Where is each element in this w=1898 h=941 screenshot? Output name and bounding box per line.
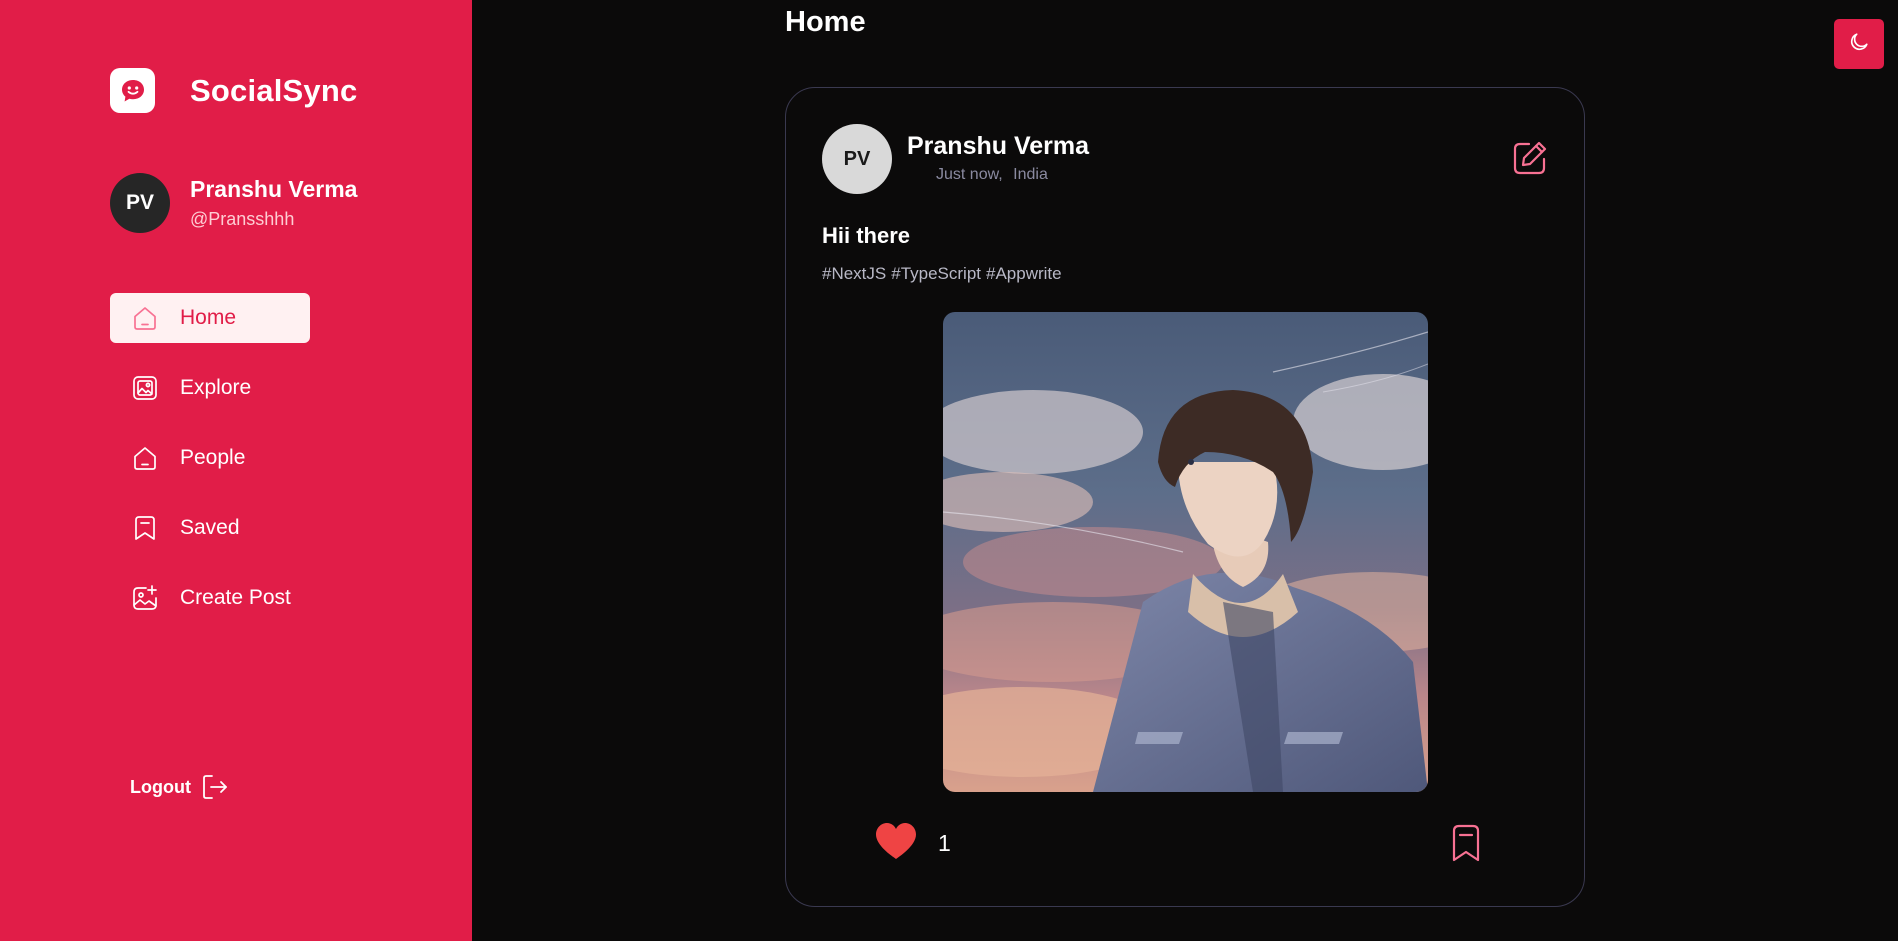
post-card: PV Pranshu Verma Just now, India Hii the… bbox=[785, 87, 1585, 907]
app-name: SocialSync bbox=[190, 72, 358, 108]
sidebar-nav: Home Explore People Saved Create Post bbox=[110, 293, 310, 643]
image-add-icon bbox=[130, 583, 160, 613]
logout-button[interactable]: Logout bbox=[130, 772, 231, 802]
like-button[interactable]: 1 bbox=[874, 821, 951, 866]
sidebar-item-home[interactable]: Home bbox=[110, 293, 310, 343]
post-tags: #NextJS #TypeScript #Appwrite bbox=[822, 264, 1067, 284]
post-meta: Just now, India bbox=[936, 166, 1054, 184]
like-count: 1 bbox=[938, 830, 951, 856]
sidebar-item-people[interactable]: People bbox=[110, 433, 310, 483]
chat-smile-icon bbox=[110, 68, 155, 113]
heart-icon bbox=[874, 821, 918, 866]
post-tag[interactable]: #NextJS bbox=[822, 264, 886, 283]
sidebar-item-label: Home bbox=[180, 306, 237, 329]
post-caption: Hii there bbox=[822, 223, 911, 248]
sidebar-item-label: People bbox=[180, 446, 246, 469]
logout-label: Logout bbox=[130, 776, 191, 797]
sidebar-item-label: Explore bbox=[180, 376, 252, 399]
user-profile[interactable]: PV Pranshu Verma @Pransshhh bbox=[110, 173, 357, 233]
sidebar-item-explore[interactable]: Explore bbox=[110, 363, 310, 413]
sidebar-item-saved[interactable]: Saved bbox=[110, 503, 310, 553]
user-handle: @Pransshhh bbox=[190, 209, 295, 229]
logout-icon bbox=[201, 772, 231, 802]
post-tag[interactable]: #TypeScript bbox=[891, 264, 981, 283]
edit-icon bbox=[1510, 141, 1550, 182]
app-logo[interactable]: SocialSync bbox=[110, 68, 357, 113]
profile-info: Pranshu Verma @Pransshhh bbox=[190, 176, 357, 230]
sidebar-item-label: Saved bbox=[180, 516, 240, 539]
sidebar: SocialSync PV Pranshu Verma @Pransshhh H… bbox=[0, 0, 472, 941]
moon-icon bbox=[1848, 31, 1870, 58]
post-author-avatar[interactable]: PV bbox=[822, 124, 892, 194]
home-icon bbox=[130, 303, 160, 333]
post-author-name[interactable]: Pranshu Verma bbox=[907, 132, 1089, 161]
sidebar-item-create-post[interactable]: Create Post bbox=[110, 573, 310, 623]
post-tag[interactable]: #Appwrite bbox=[986, 264, 1062, 283]
user-name: Pranshu Verma bbox=[190, 176, 358, 202]
edit-post-button[interactable] bbox=[1510, 138, 1550, 178]
avatar: PV bbox=[110, 173, 170, 233]
people-icon bbox=[130, 443, 160, 473]
bookmark-icon bbox=[1446, 824, 1486, 867]
gallery-icon bbox=[130, 373, 160, 403]
post-time: Just now, bbox=[936, 166, 1003, 183]
page-title: Home bbox=[785, 6, 866, 38]
save-post-button[interactable] bbox=[1446, 823, 1486, 863]
post-image[interactable] bbox=[943, 312, 1428, 792]
sidebar-item-label: Create Post bbox=[180, 586, 291, 609]
bookmark-icon bbox=[130, 513, 160, 543]
theme-toggle-button[interactable] bbox=[1834, 19, 1884, 69]
post-location: India bbox=[1013, 166, 1048, 183]
